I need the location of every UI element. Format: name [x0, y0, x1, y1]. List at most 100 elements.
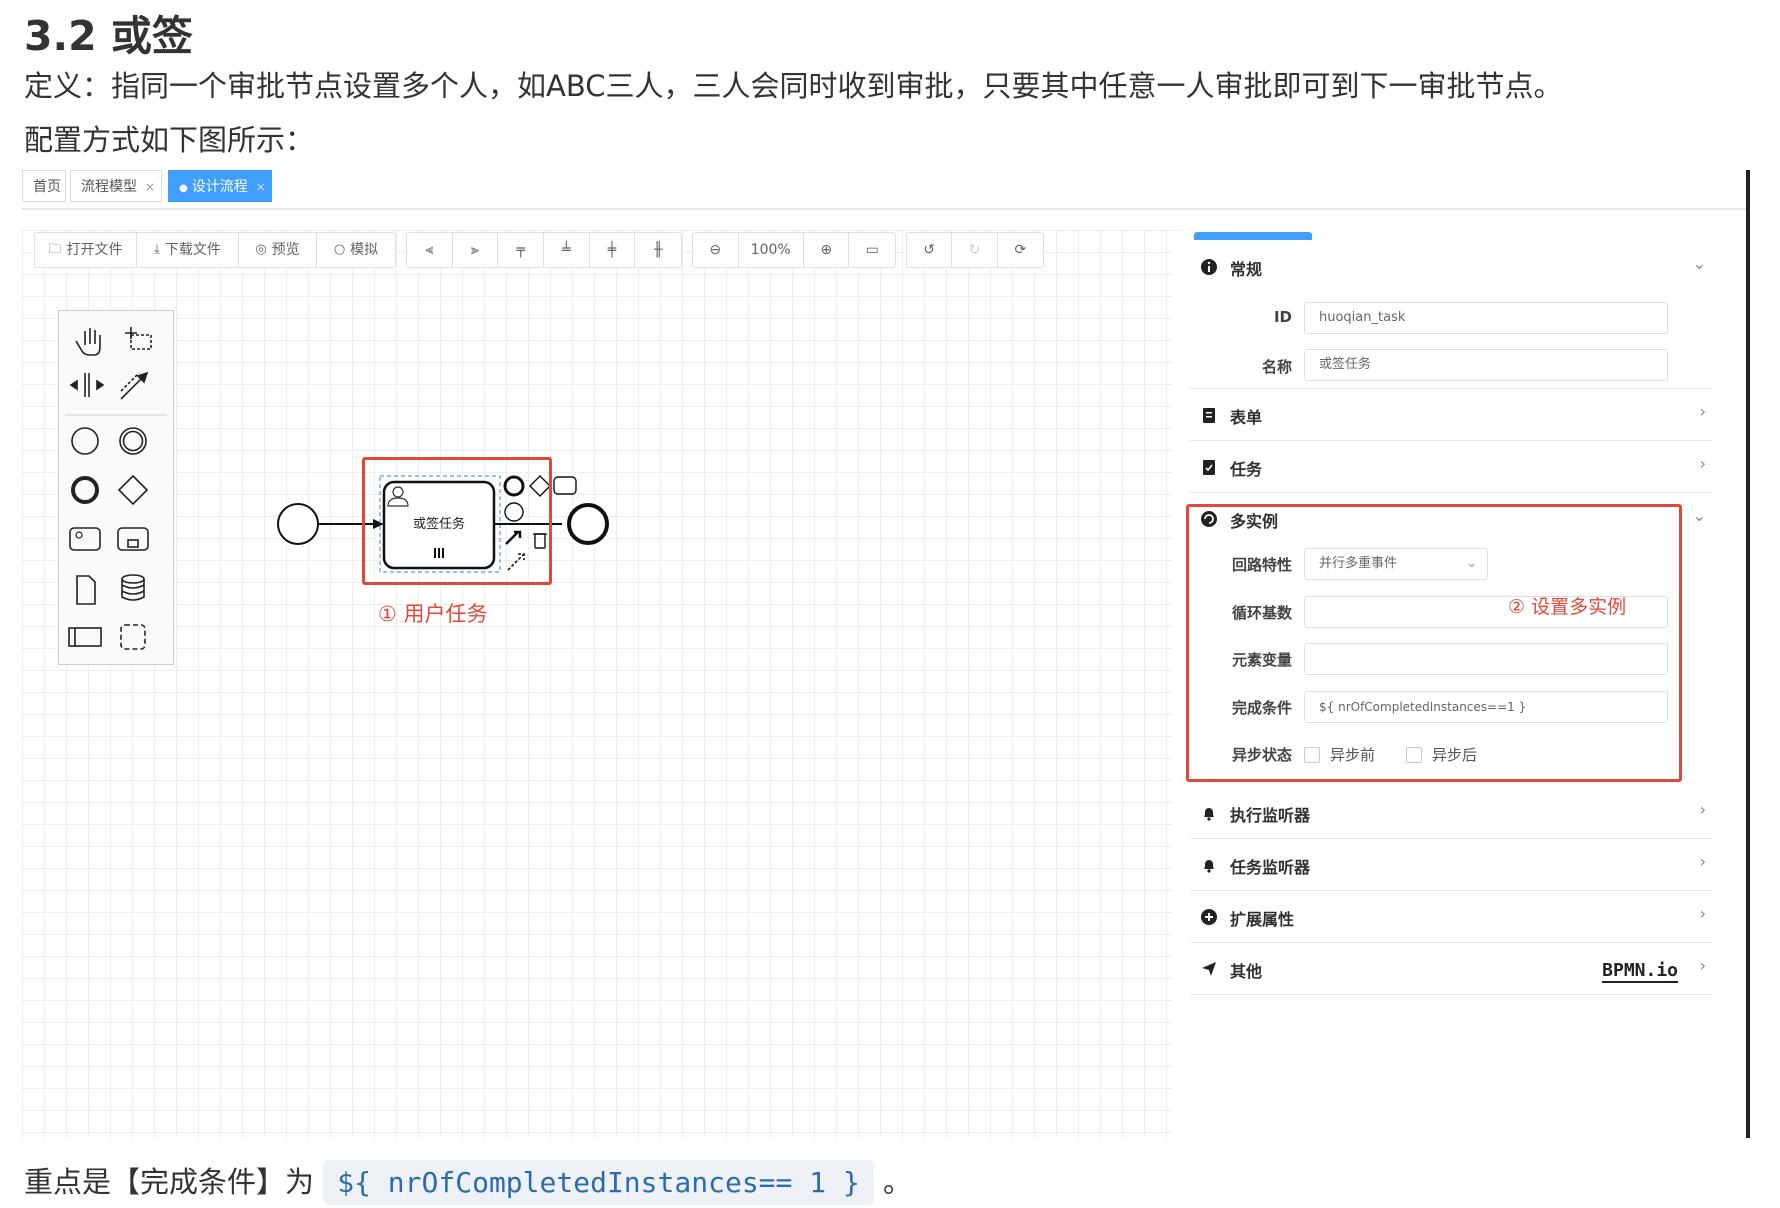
align-middle-button[interactable]: ╫	[635, 233, 681, 267]
pool-icon[interactable]	[68, 627, 102, 647]
zoom-level: 100%	[739, 233, 804, 267]
align-bottom-button[interactable]: ╧	[544, 233, 590, 267]
section-form[interactable]: 表单 ›	[1190, 390, 1712, 441]
align-right-button[interactable]: ⫸	[453, 233, 499, 267]
section-general-body: ID huoqian_task 名称 或签任务	[1190, 292, 1712, 389]
section-extension-properties-title: 扩展属性	[1230, 910, 1295, 929]
chevron-right-icon: ›	[1699, 852, 1706, 871]
redo-button[interactable]: ↻	[952, 233, 998, 267]
folder-icon: 🗀	[48, 242, 62, 257]
zoom-in-icon: ⊕	[820, 242, 833, 258]
diagram-canvas[interactable]	[22, 230, 1182, 1138]
chevron-right-icon: ›	[1699, 904, 1706, 923]
key-point-prefix: 重点是【完成条件】为	[24, 1165, 315, 1199]
preview-label: 预览	[271, 242, 300, 258]
section-task-listener[interactable]: 任务监听器 ›	[1190, 840, 1712, 891]
connect-tool-icon[interactable]	[120, 371, 149, 400]
bell-icon	[1204, 808, 1214, 821]
align-right-icon: ⫸	[471, 242, 479, 258]
name-label: 名称	[1261, 358, 1292, 376]
download-file-button[interactable]: ⤓ 下载文件	[137, 233, 239, 267]
section-execution-listener-title: 执行监听器	[1230, 806, 1311, 825]
zoom-out-button[interactable]: ⊖	[693, 233, 739, 267]
lasso-tool-icon[interactable]	[125, 327, 152, 350]
user-task-highlight	[362, 457, 552, 585]
tab-active-dot-icon: ●	[179, 183, 188, 194]
palette-icons	[65, 327, 167, 650]
simulate-button[interactable]: ○ 模拟	[317, 233, 395, 267]
chevron-right-icon: ›	[1699, 800, 1706, 819]
section-extension-properties[interactable]: 扩展属性 ›	[1190, 892, 1712, 943]
key-point-suffix: 。	[883, 1165, 913, 1199]
section-general-title: 常规	[1230, 260, 1263, 279]
zoom-out-icon: ⊖	[709, 242, 722, 258]
align-center-button[interactable]: ╪	[590, 233, 636, 267]
tab-design-process-label: 设计流程	[191, 179, 248, 195]
undo-icon: ↺	[923, 242, 936, 258]
align-left-button[interactable]: ⫷	[407, 233, 453, 267]
plus-circle-icon	[1201, 909, 1217, 925]
chevron-right-icon: ›	[1699, 454, 1706, 473]
align-bottom-icon: ╧	[562, 242, 571, 258]
history-toolbar: ↺ ↻ ⟳	[906, 232, 1044, 268]
bpmn-io-watermark[interactable]: BPMN.io	[1602, 960, 1678, 983]
section-execution-listener[interactable]: 执行监听器 ›	[1190, 788, 1712, 839]
zoom-in-button[interactable]: ⊕	[804, 233, 850, 267]
element-palette	[58, 310, 174, 665]
chevron-down-icon: ⌄	[1692, 506, 1706, 525]
data-store-icon[interactable]	[121, 574, 145, 601]
hand-tool-icon[interactable]	[75, 328, 101, 356]
user-task-icon[interactable]	[69, 527, 101, 551]
end-event[interactable]	[567, 503, 609, 545]
tab-design-process[interactable]: ● 设计流程 ×	[168, 170, 272, 202]
preview-button[interactable]: ◎ 预览	[239, 233, 317, 267]
bell-icon	[1204, 860, 1214, 873]
section-form-title: 表单	[1230, 408, 1263, 427]
section-other-title: 其他	[1230, 962, 1263, 981]
section-other[interactable]: 其他 BPMN.io ›	[1190, 944, 1712, 995]
group-icon[interactable]	[120, 624, 146, 650]
intermediate-event-icon[interactable]	[119, 427, 147, 455]
start-event-icon[interactable]	[71, 427, 99, 455]
open-file-button[interactable]: 🗀 打开文件	[35, 233, 137, 267]
completion-condition-code: ${ nrOfCompletedInstances== 1 }	[323, 1160, 874, 1205]
end-event-icon[interactable]	[71, 476, 99, 504]
name-field[interactable]: 或签任务	[1304, 349, 1668, 381]
id-field[interactable]: huoqian_task	[1304, 302, 1668, 334]
id-label: ID	[1273, 308, 1292, 326]
zoom-fit-button[interactable]: ▭	[849, 233, 895, 267]
zoom-toolbar: ⊖ 100% ⊕ ▭	[692, 232, 896, 268]
space-tool-icon[interactable]	[69, 373, 105, 397]
tab-close-icon[interactable]: ×	[256, 180, 266, 194]
simulate-icon: ○	[333, 242, 346, 257]
section-general-header[interactable]: 常规 ⌄	[1190, 240, 1712, 292]
refresh-button[interactable]: ⟳	[998, 233, 1043, 267]
align-top-button[interactable]: ╤	[498, 233, 545, 267]
tab-home[interactable]: 首页	[22, 170, 66, 202]
bpmn-designer-screenshot: 首页 流程模型 × ● 设计流程 × 🗀 打开文件 ⤓ 下载文件 ◎ 预览 ○ 模拟 ⫷ ⫸ …	[22, 170, 1750, 1138]
section-task[interactable]: 任务 ›	[1190, 442, 1712, 493]
file-toolbar: 🗀 打开文件 ⤓ 下载文件 ◎ 预览 ○ 模拟	[34, 232, 396, 268]
start-event[interactable]	[277, 503, 319, 545]
chevron-right-icon: ›	[1699, 956, 1706, 975]
gateway-icon[interactable]	[117, 474, 149, 506]
screenshot-edge	[1746, 170, 1750, 1138]
tab-process-model[interactable]: 流程模型 ×	[70, 170, 162, 202]
tab-close-icon[interactable]: ×	[145, 180, 155, 194]
align-middle-icon: ╫	[653, 242, 663, 258]
info-icon	[1201, 259, 1217, 275]
task-check-icon	[1203, 460, 1215, 475]
section-task-title: 任务	[1230, 460, 1263, 479]
tab-process-model-label: 流程模型	[81, 179, 137, 195]
subprocess-icon[interactable]	[117, 527, 149, 551]
data-object-icon[interactable]	[76, 575, 96, 605]
key-point-text: 重点是【完成条件】为 ${ nrOfCompletedInstances== 1…	[24, 1158, 912, 1207]
chevron-down-icon: ⌄	[1692, 254, 1706, 273]
append-task-icon[interactable]	[553, 476, 577, 495]
zoom-fit-icon: ▭	[865, 242, 879, 258]
open-file-label: 打开文件	[66, 242, 123, 258]
align-center-icon: ╪	[607, 242, 617, 258]
multi-instance-highlight	[1186, 504, 1682, 782]
undo-button[interactable]: ↺	[907, 233, 953, 267]
tab-home-label: 首页	[33, 179, 61, 195]
